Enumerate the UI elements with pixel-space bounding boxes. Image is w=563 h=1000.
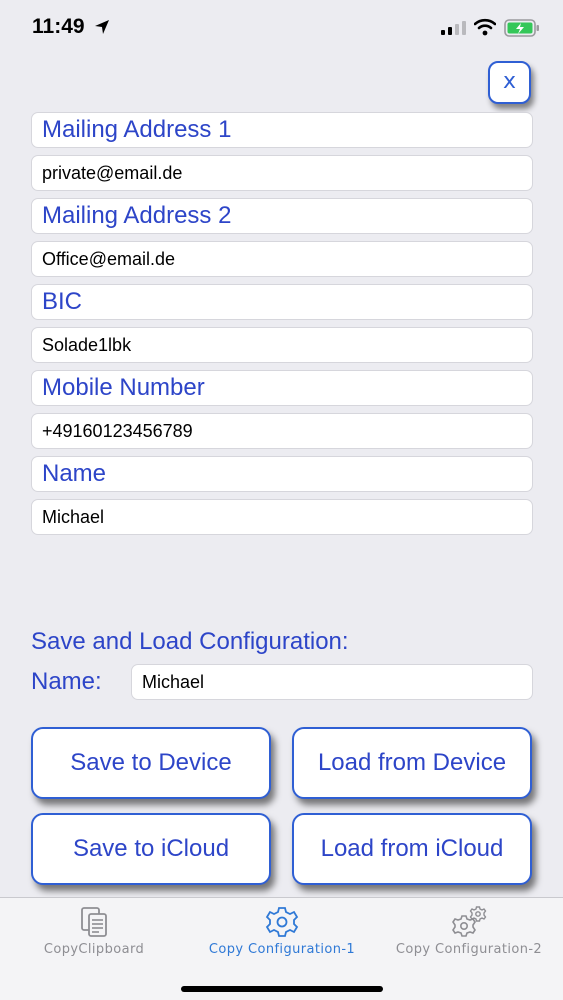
tab-bar: CopyClipboard Copy Configuration-1 Copy …: [0, 897, 563, 1000]
save-load-title: Save and Load Configuration:: [31, 628, 349, 655]
status-bar: 11:49: [0, 0, 563, 56]
load-from-icloud-button[interactable]: Load from iCloud: [292, 813, 532, 885]
status-time: 11:49: [32, 15, 85, 38]
home-indicator: [181, 986, 383, 992]
tab-label: Copy Configuration-2: [395, 942, 543, 957]
tab-copyclipboard[interactable]: CopyClipboard: [0, 898, 188, 978]
battery-icon: [504, 19, 539, 37]
mailing-address-1-input[interactable]: private@email.de: [31, 155, 533, 191]
config-name-input[interactable]: Michael: [131, 664, 533, 700]
clipboard-icon: [81, 907, 107, 937]
name-input[interactable]: Michael: [31, 499, 533, 535]
tab-label: CopyClipboard: [43, 942, 145, 957]
save-to-icloud-button[interactable]: Save to iCloud: [31, 813, 271, 885]
wifi-icon: [474, 18, 496, 36]
save-to-device-button[interactable]: Save to Device: [31, 727, 271, 799]
bic-input[interactable]: Solade1lbk: [31, 327, 533, 363]
tab-copy-configuration-2[interactable]: Copy Configuration-2: [375, 898, 563, 978]
tab-label: Copy Configuration-1: [208, 942, 356, 957]
location-arrow-icon: [95, 20, 109, 34]
config-name-label: Name:: [31, 668, 102, 695]
tab-copy-configuration-1[interactable]: Copy Configuration-1: [188, 898, 376, 978]
gears-icon: [452, 906, 487, 937]
mobile-number-label: Mobile Number: [31, 370, 533, 406]
close-button[interactable]: x: [488, 61, 531, 104]
load-from-device-button[interactable]: Load from Device: [292, 727, 532, 799]
name-label: Name: [31, 456, 533, 492]
mailing-address-1-label: Mailing Address 1: [31, 112, 533, 148]
mailing-address-2-label: Mailing Address 2: [31, 198, 533, 234]
cellular-signal-icon: [441, 21, 466, 35]
bic-label: BIC: [31, 284, 533, 320]
gear-icon: [265, 907, 299, 937]
mobile-number-input[interactable]: +4916012345678​9: [31, 413, 533, 449]
mailing-address-2-input[interactable]: Office@email.de: [31, 241, 533, 277]
